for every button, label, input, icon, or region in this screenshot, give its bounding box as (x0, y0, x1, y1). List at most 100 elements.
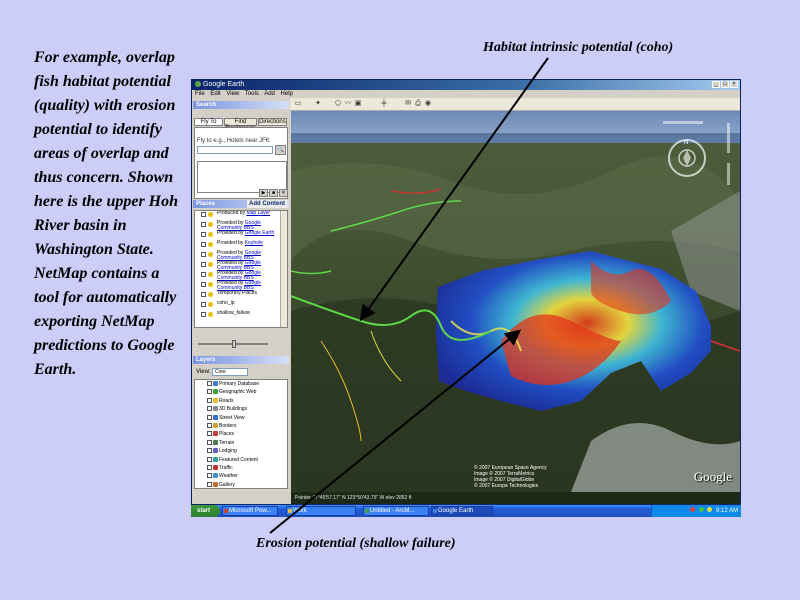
layer-icon (213, 464, 218, 470)
layer-item[interactable]: Street View (195, 414, 287, 422)
task-powerpoint[interactable]: Microsoft Pow... (222, 506, 278, 516)
layer-item[interactable]: 3D Buildings (195, 405, 287, 413)
placemark-pin-icon (208, 292, 213, 297)
tray-security-icon[interactable] (689, 507, 695, 512)
close-button[interactable]: × (730, 81, 738, 88)
place-checkbox[interactable] (201, 272, 206, 277)
place-checkbox[interactable] (201, 302, 206, 307)
place-checkbox[interactable] (201, 242, 206, 247)
layer-item[interactable]: Primary Database (195, 380, 287, 388)
place-checkbox[interactable] (201, 312, 206, 317)
menu-add[interactable]: Add (264, 91, 275, 97)
place-checkbox[interactable] (201, 212, 206, 217)
search-go-button[interactable]: 🔍 (275, 145, 286, 155)
print-icon[interactable]: ⎙ (414, 100, 422, 108)
maps-icon[interactable]: ◉ (424, 100, 432, 108)
place-item[interactable]: shallow_failure (195, 311, 287, 321)
layer-item[interactable]: Geographic Web (195, 388, 287, 396)
start-button[interactable]: start (191, 505, 220, 517)
place-checkbox[interactable] (201, 252, 206, 257)
layer-item[interactable]: Weather (195, 472, 287, 480)
menu-file[interactable]: File (195, 91, 205, 97)
sidebar-toggle-icon[interactable]: ▭ (294, 100, 302, 108)
polygon-icon[interactable]: ⬠ (334, 100, 342, 108)
tab-find-businesses[interactable]: Find Businesses (224, 118, 257, 131)
layer-checkbox[interactable] (207, 481, 212, 487)
search-panel-header[interactable]: Search (193, 101, 289, 109)
layers-view-select[interactable]: Core (212, 368, 248, 376)
zoom-slider[interactable] (727, 123, 730, 153)
layer-checkbox[interactable] (207, 448, 212, 454)
add-content-button[interactable]: Add Content (247, 200, 287, 208)
placemark-pin-icon (208, 232, 213, 237)
layer-checkbox[interactable] (207, 389, 212, 395)
place-checkbox[interactable] (201, 282, 206, 287)
place-link[interactable]: Google Earth (245, 230, 274, 236)
task-arcmap[interactable]: Untitled - ArcM... (363, 506, 429, 516)
tray-network-icon[interactable] (698, 507, 704, 512)
tilt-slider[interactable] (727, 163, 730, 185)
place-text: Provided by (217, 230, 244, 236)
maximize-button[interactable]: □ (721, 81, 729, 88)
layer-checkbox[interactable] (207, 431, 212, 437)
menu-view[interactable]: View (226, 91, 239, 97)
minimize-button[interactable]: _ (712, 81, 720, 88)
overlay-icon[interactable]: ▣ (354, 100, 362, 108)
tab-directions[interactable]: Directions (257, 118, 287, 126)
places-scrollbar[interactable] (280, 211, 287, 327)
layer-checkbox[interactable] (207, 397, 212, 403)
task-google-earth[interactable]: Google Earth (431, 506, 493, 516)
ruler-icon[interactable]: ╪ (380, 100, 388, 108)
tray-volume-icon[interactable] (707, 507, 713, 512)
placemark-icon[interactable]: ✦ (314, 100, 322, 108)
terrain-render: N (291, 111, 740, 492)
layers-panel-header[interactable]: Layers (193, 356, 289, 364)
layer-item[interactable]: Lodging (195, 447, 287, 455)
search-input[interactable] (197, 146, 273, 154)
look-slider[interactable] (663, 121, 703, 124)
menu-edit[interactable]: Edit (210, 91, 220, 97)
layer-label: Places (219, 431, 235, 438)
layer-checkbox[interactable] (207, 406, 212, 412)
stop-button[interactable]: ■ (269, 189, 278, 197)
layer-item[interactable]: Roads (195, 397, 287, 405)
clock[interactable]: 9:12 AM (716, 508, 738, 514)
clear-button[interactable]: ✕ (279, 189, 288, 197)
layer-item[interactable]: Terrain (195, 439, 287, 447)
layer-label: Street View (219, 414, 245, 421)
menu-tools[interactable]: Tools (245, 91, 259, 97)
layer-checkbox[interactable] (207, 464, 212, 470)
menu-help[interactable]: Help (281, 91, 293, 97)
layer-checkbox[interactable] (207, 422, 212, 428)
layer-item[interactable]: Borders (195, 422, 287, 430)
place-link[interactable]: Map Layer (246, 211, 270, 216)
earth-3d-view[interactable]: N © 2007 European Space Agency Image © 2… (291, 111, 740, 492)
opacity-slider-thumb[interactable] (232, 340, 236, 348)
place-checkbox[interactable] (201, 262, 206, 267)
layer-icon (213, 456, 218, 462)
task-work-folder[interactable]: Work (286, 506, 356, 516)
place-checkbox[interactable] (201, 232, 206, 237)
tab-fly-to[interactable]: Fly To (194, 118, 224, 126)
place-text: Temporary Places (217, 290, 258, 296)
layer-checkbox[interactable] (207, 439, 212, 445)
layer-item[interactable]: Traffic (195, 464, 287, 472)
place-checkbox[interactable] (201, 292, 206, 297)
layer-item[interactable]: Places (195, 430, 287, 438)
layer-item[interactable]: Gallery (195, 481, 287, 488)
place-item[interactable]: Temporary Places (195, 291, 287, 301)
layer-item[interactable]: Featured Content (195, 456, 287, 464)
window-titlebar: Google Earth _ □ × (192, 80, 740, 90)
layer-checkbox[interactable] (207, 414, 212, 420)
place-checkbox[interactable] (201, 222, 206, 227)
layer-checkbox[interactable] (207, 456, 212, 462)
path-icon[interactable]: 〰 (344, 100, 352, 108)
play-button[interactable]: ▶ (259, 189, 268, 197)
layer-checkbox[interactable] (207, 381, 212, 386)
layer-checkbox[interactable] (207, 473, 212, 479)
places-panel-header[interactable]: Places Add Content (193, 200, 289, 208)
habitat-callout: Habitat intrinsic potential (coho) (483, 40, 674, 55)
place-link[interactable]: Keyhole (245, 240, 263, 246)
email-icon[interactable]: ✉ (404, 100, 412, 108)
menu-bar: File Edit View Tools Add Help (192, 90, 740, 98)
